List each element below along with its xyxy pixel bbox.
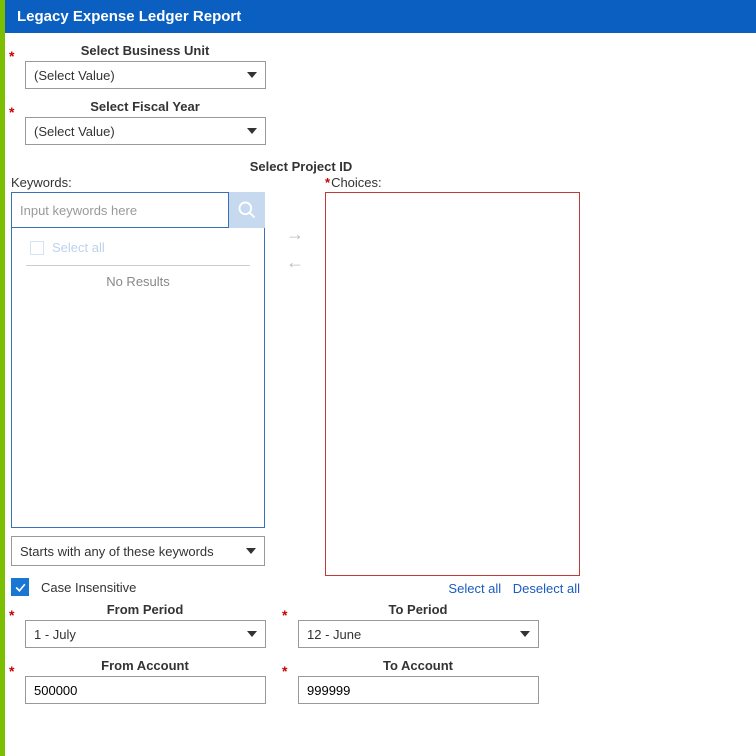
choices-select-all-link[interactable]: Select all xyxy=(448,581,501,596)
project-id-label: Select Project ID xyxy=(11,159,591,174)
required-marker: * xyxy=(282,663,287,679)
chevron-down-icon xyxy=(247,631,257,637)
match-mode-select[interactable]: Starts with any of these keywords xyxy=(11,536,265,566)
from-account-input[interactable] xyxy=(25,676,266,704)
required-marker: * xyxy=(9,607,14,623)
keywords-input[interactable] xyxy=(11,192,229,228)
required-marker: * xyxy=(9,48,14,64)
page-title: Legacy Expense Ledger Report xyxy=(5,0,756,33)
chevron-down-icon xyxy=(246,548,256,554)
choices-label: Choices: xyxy=(331,175,382,190)
to-account-label: To Account xyxy=(298,658,538,673)
to-period-value: 12 - June xyxy=(307,627,361,642)
checkbox-icon xyxy=(30,241,44,255)
from-period-value: 1 - July xyxy=(34,627,76,642)
required-marker: * xyxy=(325,175,330,190)
from-account-label: From Account xyxy=(25,658,265,673)
move-right-button[interactable]: → xyxy=(286,225,304,243)
fiscal-year-label: Select Fiscal Year xyxy=(25,99,265,114)
to-period-select[interactable]: 12 - June xyxy=(298,620,539,648)
chevron-down-icon xyxy=(247,72,257,78)
move-left-button[interactable]: ← xyxy=(286,253,304,271)
fiscal-year-select[interactable]: (Select Value) xyxy=(25,117,266,145)
to-account-input[interactable] xyxy=(298,676,539,704)
to-period-label: To Period xyxy=(298,602,538,617)
business-unit-value: (Select Value) xyxy=(34,68,115,83)
fiscal-year-value: (Select Value) xyxy=(34,124,115,139)
keywords-label: Keywords: xyxy=(11,175,265,190)
choices-list[interactable] xyxy=(325,192,580,576)
required-marker: * xyxy=(9,104,14,120)
business-unit-label: Select Business Unit xyxy=(25,43,265,58)
keywords-results-list: Select all No Results xyxy=(11,228,265,528)
required-marker: * xyxy=(9,663,14,679)
from-period-select[interactable]: 1 - July xyxy=(25,620,266,648)
business-unit-select[interactable]: (Select Value) xyxy=(25,61,266,89)
choices-deselect-all-link[interactable]: Deselect all xyxy=(513,581,580,596)
results-select-all[interactable]: Select all xyxy=(26,238,250,266)
case-insensitive-checkbox[interactable] xyxy=(11,578,29,596)
no-results-text: No Results xyxy=(22,274,254,289)
search-button[interactable] xyxy=(229,192,265,228)
chevron-down-icon xyxy=(520,631,530,637)
required-marker: * xyxy=(282,607,287,623)
match-mode-value: Starts with any of these keywords xyxy=(20,544,214,559)
results-select-all-label: Select all xyxy=(52,240,105,255)
case-insensitive-label: Case Insensitive xyxy=(41,580,136,595)
chevron-down-icon xyxy=(247,128,257,134)
check-icon xyxy=(14,581,27,594)
from-period-label: From Period xyxy=(25,602,265,617)
search-icon xyxy=(237,200,257,220)
